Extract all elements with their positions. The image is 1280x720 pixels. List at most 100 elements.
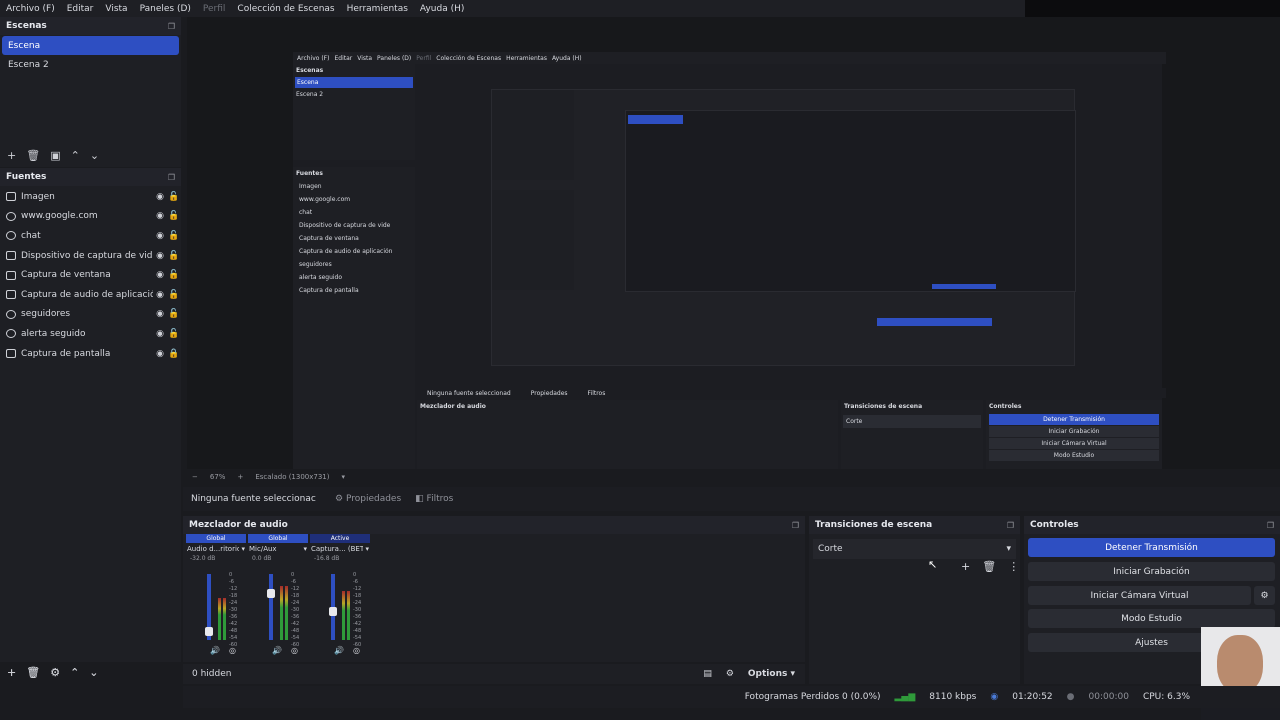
scenes-toolbar: + 🗑 ▣ ⌃ ⌄ [0,149,99,162]
virtual-camera-settings-icon[interactable]: ⚙ [1254,586,1275,605]
volume-slider-handle[interactable] [267,589,275,598]
source-item[interactable]: alerta seguido ◉ 🔓 [0,324,181,344]
trash-icon[interactable]: 🗑 [26,666,40,679]
zoom-out-button[interactable]: − [192,473,198,481]
add-transition-icon[interactable]: + [961,560,970,573]
menu-file[interactable]: Archivo (F) [0,4,61,14]
chevron-down-icon[interactable]: ▾ [241,545,245,553]
virtual-camera-button[interactable]: Iniciar Cámara Virtual [1028,586,1251,605]
selected-source-label: Ninguna fuente seleccionac [191,494,316,504]
unlock-icon[interactable]: 🔓 [167,211,181,221]
unlock-icon[interactable]: 🔓 [167,192,181,202]
volume-slider-handle[interactable] [329,607,337,616]
eye-icon[interactable]: ◉ [153,192,167,202]
speaker-icon[interactable]: 🔊 [334,646,344,655]
scene-item-1[interactable]: Escena [2,36,179,55]
undock-icon[interactable]: ❐ [168,22,175,31]
volume-slider-handle[interactable] [205,627,213,636]
options-button[interactable]: Options ▾ [748,669,795,679]
level-meter [285,586,288,640]
add-icon[interactable]: + [7,149,16,162]
headphones-icon[interactable]: ◎ [291,646,298,655]
meter-scale-tick: -12 [291,586,300,592]
channel-name: Audio d...ritorio [187,545,239,553]
source-item[interactable]: chat ◉ 🔓 [0,226,181,246]
speaker-icon[interactable]: 🔊 [210,646,220,655]
undock-icon[interactable]: ❐ [168,173,175,182]
meter-scale-tick: -12 [229,586,238,592]
source-item[interactable]: Captura de pantalla ◉ 🔒 [0,344,181,364]
menu-profile[interactable]: Perfil [197,4,232,14]
move-down-icon[interactable]: ⌄ [90,149,99,162]
speaker-icon[interactable]: 🔊 [272,646,282,655]
source-item[interactable]: www.google.com ◉ 🔓 [0,207,181,227]
meter-scale-tick: -54 [291,635,300,641]
trash-icon[interactable]: 🗑 [26,149,40,162]
nested-obs-capture: Archivo (F) Editar Vista Paneles (D) Perfil C… [293,52,1166,469]
source-item[interactable]: Captura de audio de aplicación ◉ 🔓 [0,285,181,305]
volume-slider[interactable] [269,574,273,640]
meter-scale-tick: -42 [291,621,300,627]
menu-docks[interactable]: Paneles (D) [134,4,197,14]
eye-icon[interactable]: ◉ [153,290,167,300]
undock-icon[interactable]: ❐ [1267,521,1274,530]
properties-button[interactable]: ⚙ Propiedades [335,494,401,504]
chevron-down-icon[interactable]: ▾ [342,473,346,481]
source-item[interactable]: Dispositivo de captura de vide ◉ 🔓 [0,246,181,266]
headphones-icon[interactable]: ◎ [353,646,360,655]
unlock-icon[interactable]: 🔓 [167,251,181,261]
lock-icon[interactable]: 🔒 [167,349,181,359]
headphones-icon[interactable]: ◎ [229,646,236,655]
chevron-down-icon[interactable]: ▾ [365,545,369,553]
advanced-audio-icon[interactable]: ⚙ [726,669,734,679]
unlock-icon[interactable]: 🔓 [167,270,181,280]
meter-scale-tick: -48 [353,628,362,634]
zoom-in-button[interactable]: + [237,473,243,481]
stop-stream-button[interactable]: Detener Transmisión [1028,538,1275,557]
eye-icon[interactable]: ◉ [153,270,167,280]
unlock-icon[interactable]: 🔓 [167,231,181,241]
layout-icon[interactable]: ▤ [703,669,712,679]
trash-icon[interactable]: 🗑 [982,560,996,573]
eye-icon[interactable]: ◉ [153,349,167,359]
menu-edit[interactable]: Editar [61,4,100,14]
unlock-icon[interactable]: 🔓 [167,329,181,339]
menu-view[interactable]: Vista [99,4,133,14]
source-item[interactable]: Captura de ventana ◉ 🔓 [0,265,181,285]
source-item[interactable]: seguidores ◉ 🔓 [0,305,181,325]
move-up-icon[interactable]: ⌃ [70,666,79,679]
move-down-icon[interactable]: ⌄ [89,666,98,679]
eye-icon[interactable]: ◉ [153,309,167,319]
unlock-icon[interactable]: 🔓 [167,309,181,319]
preview-canvas[interactable]: Archivo (F) Editar Vista Paneles (D) Perfil C… [187,17,1280,469]
camera-icon [6,251,16,261]
add-icon[interactable]: + [7,666,16,679]
studio-mode-button[interactable]: Modo Estudio [1028,609,1275,628]
dropped-frames: Fotogramas Perdidos 0 (0.0%) [744,692,881,702]
eye-icon[interactable]: ◉ [153,231,167,241]
scene-item-2[interactable]: Escena 2 [2,55,179,74]
source-item[interactable]: Imagen ◉ 🔓 [0,187,181,207]
transition-select[interactable]: Corte ▾ [813,539,1016,559]
status-bar: Fotogramas Perdidos 0 (0.0%) ▂▄▆ 8110 kb… [183,686,1280,708]
undock-icon[interactable]: ❐ [792,521,799,530]
transitions-dock: Transiciones de escena ❐ Corte ▾ + 🗑 ⋮ ↖ [809,516,1020,684]
level-meter [218,598,221,640]
filters-button[interactable]: ◧ Filtros [415,494,453,504]
unlock-icon[interactable]: 🔓 [167,290,181,300]
menu-tools[interactable]: Herramientas [341,4,414,14]
move-up-icon[interactable]: ⌃ [71,149,80,162]
eye-icon[interactable]: ◉ [153,329,167,339]
person-face-icon [1217,635,1263,693]
menu-scene-collection[interactable]: Colección de Escenas [231,4,340,14]
menu-help[interactable]: Ayuda (H) [414,4,470,14]
filter-icon[interactable]: ▣ [50,149,60,162]
undock-icon[interactable]: ❐ [1007,521,1014,530]
eye-icon[interactable]: ◉ [153,211,167,221]
chevron-down-icon[interactable]: ▾ [303,545,307,553]
gear-icon[interactable]: ⚙ [50,666,60,679]
eye-icon[interactable]: ◉ [153,251,167,261]
start-recording-button[interactable]: Iniciar Grabación [1028,562,1275,581]
scaled-resolution[interactable]: Escalado (1300x731) [255,473,329,481]
more-icon[interactable]: ⋮ [1008,560,1019,573]
